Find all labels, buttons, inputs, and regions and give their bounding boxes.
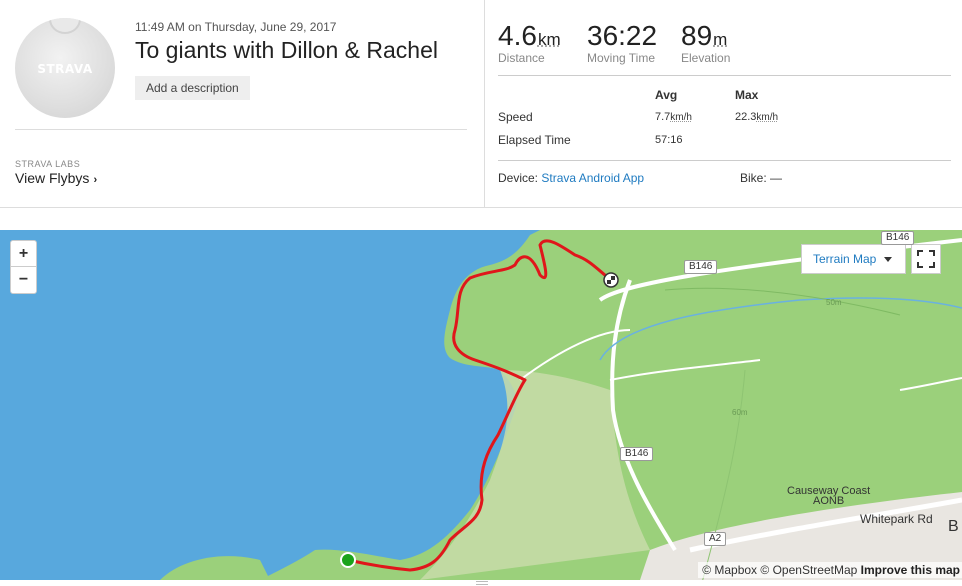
- stat-elevation: 89m Elevation: [681, 20, 730, 65]
- street-label: Whitepark Rd: [860, 512, 933, 526]
- speed-avg: 7.7km/h: [655, 111, 692, 123]
- distance-unit: km: [537, 30, 561, 49]
- activity-date: 11:49 AM on Thursday, June 29, 2017: [135, 20, 337, 34]
- activity-title: To giants with Dillon & Rachel: [135, 37, 438, 63]
- stat-moving-time: 36:22 Moving Time: [587, 20, 657, 65]
- strava-labs-label: STRAVA LABS: [15, 159, 81, 169]
- speed-unit: km/h: [670, 112, 692, 123]
- map-type-label: Terrain Map: [813, 252, 877, 266]
- speed-unit: km/h: [756, 112, 779, 123]
- elevation-value: 89: [681, 20, 713, 51]
- place-label: AONB: [813, 495, 845, 507]
- device-link[interactable]: Strava Android App: [541, 171, 644, 185]
- route-map[interactable]: + − Terrain Map B146 B146 B146 A2 Causew…: [0, 230, 962, 580]
- moving-time-label: Moving Time: [587, 51, 656, 65]
- activity-header: STRAVA 11:49 AM on Thursday, June 29, 20…: [0, 0, 962, 208]
- zoom-in-button[interactable]: +: [11, 241, 36, 267]
- elapsed-time-label: Elapsed Time: [498, 133, 571, 147]
- bike-info: Bike: —: [740, 171, 782, 185]
- athlete-avatar[interactable]: STRAVA: [15, 18, 115, 118]
- land-area: [160, 556, 270, 580]
- road-label: B146: [684, 260, 718, 274]
- divider: [15, 129, 467, 130]
- max-header: Max: [735, 88, 759, 102]
- moving-time-value: 36:22: [587, 20, 658, 51]
- caret-down-icon: [884, 257, 892, 262]
- divider: [498, 160, 951, 161]
- avatar-brand-text: STRAVA: [37, 62, 93, 76]
- fullscreen-button[interactable]: [911, 244, 941, 274]
- bike-value: —: [770, 171, 783, 185]
- zoom-out-button[interactable]: −: [11, 267, 36, 293]
- chevron-right-icon: ›: [93, 174, 98, 186]
- osm-attribution-link[interactable]: © OpenStreetMap: [760, 563, 857, 577]
- map-resize-handle[interactable]: [476, 581, 488, 585]
- road-label: A2: [704, 532, 727, 546]
- elevation-unit: m: [713, 30, 728, 49]
- improve-map-link[interactable]: Improve this map: [861, 563, 960, 577]
- elapsed-time-value: 57:16: [655, 134, 683, 146]
- device-label: Device:: [498, 171, 539, 185]
- divider: [498, 75, 951, 76]
- distance-label: Distance: [498, 51, 545, 65]
- road-label: B146: [881, 231, 915, 245]
- activity-summary-panel: STRAVA 11:49 AM on Thursday, June 29, 20…: [0, 0, 485, 208]
- stat-distance: 4.6km Distance: [498, 20, 561, 65]
- map-canvas[interactable]: [0, 230, 962, 580]
- view-flybys-label: View Flybys: [15, 170, 90, 186]
- start-marker: [340, 552, 356, 568]
- view-flybys-link[interactable]: View Flybys ›: [15, 170, 97, 186]
- elevation-label: Elevation: [681, 51, 731, 65]
- expand-icon: [917, 250, 935, 268]
- speed-max-value: 22.3: [735, 111, 757, 123]
- distance-value: 4.6: [498, 20, 537, 51]
- avg-header: Avg: [655, 88, 678, 102]
- speed-avg-value: 7.7: [655, 111, 671, 123]
- bike-label: Bike:: [740, 171, 767, 185]
- map-type-select[interactable]: Terrain Map: [801, 244, 906, 274]
- contour-label: 50m: [826, 298, 842, 307]
- place-label-partial: B: [948, 518, 959, 535]
- add-description-button[interactable]: Add a description: [135, 76, 250, 100]
- avatar-collar: [49, 18, 81, 34]
- speed-max: 22.3km/h: [735, 111, 778, 123]
- speed-label: Speed: [498, 110, 533, 124]
- device-info: Device: Strava Android App: [498, 171, 644, 185]
- map-attribution: © Mapbox © OpenStreetMap Improve this ma…: [698, 562, 962, 578]
- contour-label: 60m: [732, 408, 748, 417]
- zoom-controls: + −: [10, 240, 37, 294]
- mapbox-attribution-link[interactable]: © Mapbox: [702, 563, 757, 577]
- road-label: B146: [620, 447, 654, 461]
